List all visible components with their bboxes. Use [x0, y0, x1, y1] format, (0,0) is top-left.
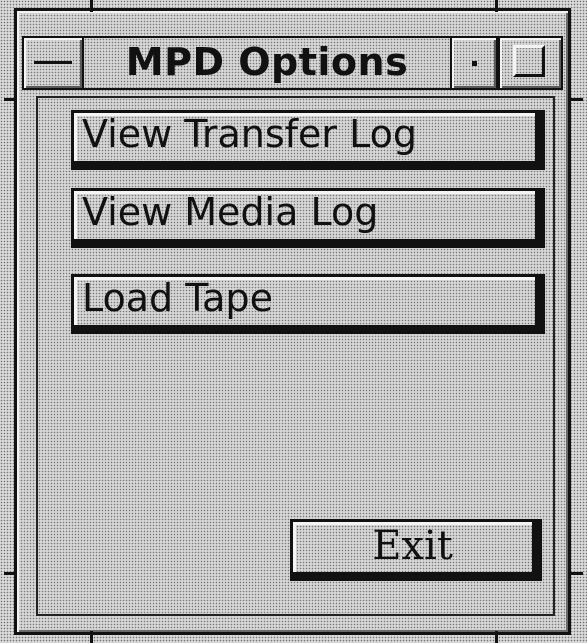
window-title: MPD Options [125, 40, 409, 84]
resize-handle-right-top[interactable] [571, 98, 583, 101]
resize-handle-bottom-right[interactable] [495, 631, 498, 643]
resize-handle-left-bottom[interactable] [4, 572, 16, 575]
maximize-icon [513, 45, 545, 77]
title-bar[interactable]: MPD Options [22, 36, 563, 90]
resize-handle-top-left[interactable] [90, 0, 93, 12]
view-media-log-button[interactable]: View Media Log [71, 188, 545, 248]
minimize-button[interactable] [450, 38, 498, 88]
load-tape-button[interactable]: Load Tape [71, 274, 545, 334]
minimize-icon [472, 61, 477, 66]
resize-handle-bottom-left[interactable] [90, 631, 93, 643]
resize-handle-right-bottom[interactable] [571, 572, 583, 575]
resize-handle-left-top[interactable] [4, 98, 16, 101]
view-transfer-log-button[interactable]: View Transfer Log [71, 110, 545, 170]
window-menu-icon [34, 61, 72, 64]
resize-handle-top-right[interactable] [495, 0, 498, 12]
exit-button[interactable]: Exit [290, 519, 542, 581]
maximize-button[interactable] [498, 38, 561, 88]
window-menu-button[interactable] [24, 38, 84, 88]
options-panel: View Transfer Log View Media Log Load Ta… [36, 96, 555, 616]
